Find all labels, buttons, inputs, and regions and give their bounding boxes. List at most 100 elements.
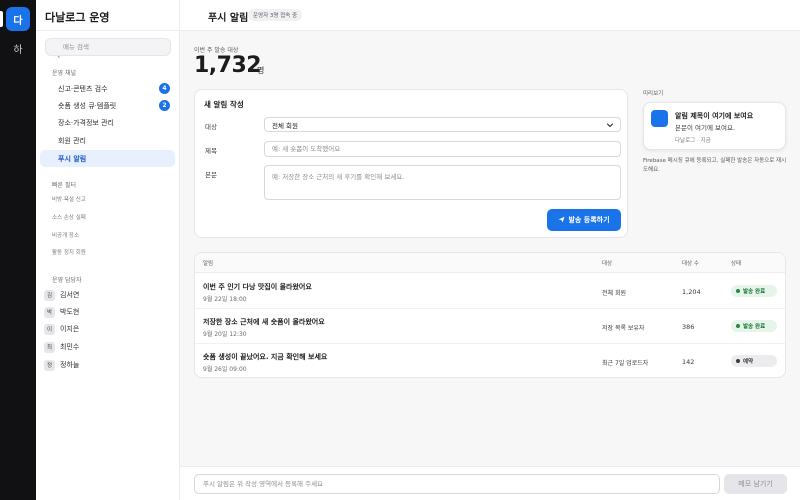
body-label: 본문 (205, 171, 217, 179)
staff-name: 정하늘 (60, 361, 80, 369)
preview-note: Firebase 메시징 큐에 등록되고, 실패한 발송은 자동으로 재시도해요… (643, 158, 787, 173)
avatar: 김 (44, 289, 55, 301)
status-label: 발송 완료 (743, 324, 766, 330)
status-badge: 발송 완료 (731, 320, 777, 332)
avatar: 최 (44, 341, 55, 353)
row-date: 9월 26일 09:00 (203, 366, 247, 373)
avatar: 이 (44, 323, 55, 335)
filter-item[interactable]: 비공개 장소 (52, 231, 79, 239)
table-row[interactable]: 저장한 장소 근처에 새 숏폼이 올라왔어요 9월 20일 12:30 저장 목… (195, 309, 785, 344)
body-textarea[interactable] (264, 165, 621, 200)
table-row[interactable]: 숏폼 생성이 끝났어요. 지금 확인해 보세요 9월 26일 09:00 최근 … (195, 344, 785, 377)
count-badge: 2 (159, 100, 170, 111)
status-badge: 발송 완료 (731, 285, 777, 297)
table-header: 알림 대상 대상 수 상태 (195, 253, 785, 273)
sidebar-item-label: 푸시 알림 (58, 154, 87, 163)
staff-name: 김서연 (60, 291, 80, 299)
row-target: 전체 회원 (602, 290, 626, 297)
sidebar-item-members[interactable]: 회원 관리 (40, 132, 175, 149)
sidebar-title: 다날로그 운영 (45, 11, 110, 24)
staff-heading: 운영 담당자 (52, 277, 82, 284)
column-header-title: 알림 (203, 261, 214, 267)
menu-search-input[interactable] (45, 38, 171, 56)
submit-push-button[interactable]: 발송 등록하기 (547, 209, 621, 231)
staff-item[interactable]: 김 김서연 (44, 289, 79, 301)
row-target: 최근 7일 업로드자 (602, 360, 649, 367)
sidebar-divider (36, 30, 180, 31)
sidebar-item-places[interactable]: 장소·가격정보 관리 (40, 114, 175, 131)
target-select[interactable]: 전체 회원 (264, 117, 621, 132)
row-count: 386 (682, 323, 695, 331)
page-title: 푸시 알림 (208, 13, 249, 24)
preview-meta: 다날로그 · 지금 (675, 138, 711, 144)
memo-bar: 메모 남기기 (180, 466, 800, 500)
subject-label: 제목 (205, 147, 217, 155)
row-date: 9월 20일 12:30 (203, 331, 247, 338)
preview-title: 알림 제목이 여기에 보여요 (675, 112, 754, 120)
staff-name: 최민수 (60, 343, 80, 351)
staff-item[interactable]: 최 최민수 (44, 341, 79, 353)
preview-label: 미리보기 (643, 91, 664, 97)
push-history-table: 알림 대상 대상 수 상태 이번 주 인기 다낭 맛집이 올라왔어요 9월 22… (194, 252, 786, 378)
app-rail: 다 하 (0, 0, 36, 500)
status-dot (736, 324, 740, 328)
target-select-value: 전체 회원 (272, 121, 298, 130)
sidebar-item-label: 숏폼 생성 큐·템플릿 (58, 101, 117, 110)
column-header-target: 대상 (602, 261, 613, 267)
sidebar-item-label: 신고·콘텐츠 검수 (58, 84, 108, 93)
sidebar: 다날로그 운영 운영 채널 신고·콘텐츠 검수 4 숏폼 생성 큐·템플릿 2 … (36, 0, 180, 500)
page-header: 푸시 알림 운영자 3명 접속 중 (180, 0, 800, 31)
rail-workspace-button-active[interactable]: 다 (6, 7, 30, 31)
row-count: 1,204 (682, 288, 701, 296)
avatar: 박 (44, 306, 55, 318)
filter-item[interactable]: 소스 손상 실패 (52, 213, 86, 221)
notification-preview-card: 알림 제목이 여기에 보여요 본문이 여기에 보여요. 다날로그 · 지금 (643, 102, 786, 150)
filter-item[interactable]: 비방·욕설 신고 (52, 195, 86, 203)
column-header-count: 대상 수 (682, 261, 699, 267)
online-status-badge: 운영자 3명 접속 중 (248, 9, 303, 21)
staff-item[interactable]: 이 이지은 (44, 323, 79, 335)
staff-item[interactable]: 박 박도현 (44, 306, 79, 318)
row-count: 142 (682, 358, 695, 366)
compose-title: 새 알림 작성 (204, 100, 244, 109)
row-target: 저장 목록 보유자 (602, 325, 645, 332)
memo-submit-button[interactable]: 메모 남기기 (724, 474, 787, 494)
sidebar-item-push[interactable]: 푸시 알림 (40, 150, 175, 167)
row-date: 9월 22일 18:00 (203, 296, 247, 303)
rail-active-marker (0, 11, 3, 27)
status-badge: 예약 (731, 355, 777, 367)
table-row[interactable]: 이번 주 인기 다낭 맛집이 올라왔어요 9월 22일 18:00 전체 회원 … (195, 274, 785, 309)
avatar: 정 (44, 359, 55, 371)
sidebar-item-reports[interactable]: 신고·콘텐츠 검수 4 (40, 80, 175, 97)
status-label: 예약 (743, 359, 754, 365)
stat-value: 1,732 (194, 53, 262, 78)
compose-card: 새 알림 작성 대상 전체 회원 제목 본문 발송 등록하기 (194, 89, 628, 238)
row-title: 이번 주 인기 다낭 맛집이 올라왔어요 (203, 283, 312, 291)
row-title: 숏폼 생성이 끝났어요. 지금 확인해 보세요 (203, 353, 328, 361)
chevron-down-icon (606, 121, 614, 129)
status-label: 발송 완료 (743, 289, 766, 295)
target-label: 대상 (205, 123, 217, 131)
staff-item[interactable]: 정 정하늘 (44, 359, 79, 371)
sidebar-item-label: 회원 관리 (58, 136, 86, 145)
row-title: 저장한 장소 근처에 새 숏폼이 올라왔어요 (203, 318, 325, 326)
memo-input[interactable] (194, 474, 720, 494)
app-icon (651, 110, 668, 127)
column-header-status: 상태 (731, 261, 742, 267)
sidebar-item-shortform-queue[interactable]: 숏폼 생성 큐·템플릿 2 (40, 97, 175, 114)
count-badge: 4 (159, 83, 170, 94)
channels-heading: 운영 채널 (52, 70, 76, 77)
sidebar-item-label: 장소·가격정보 관리 (58, 118, 114, 127)
rail-workspace-button[interactable]: 하 (6, 36, 30, 60)
filter-item[interactable]: 활동 정지 회원 (52, 248, 86, 256)
stat-unit: 명 (257, 66, 265, 75)
preview-body: 본문이 여기에 보여요. (675, 124, 736, 132)
subject-input[interactable] (264, 141, 621, 157)
status-dot (736, 289, 740, 293)
submit-push-label: 발송 등록하기 (568, 216, 610, 224)
status-dot (736, 359, 740, 363)
filters-heading: 빠른 필터 (52, 182, 76, 189)
staff-name: 이지은 (60, 325, 80, 333)
send-icon (558, 216, 565, 225)
staff-name: 박도현 (60, 308, 80, 316)
